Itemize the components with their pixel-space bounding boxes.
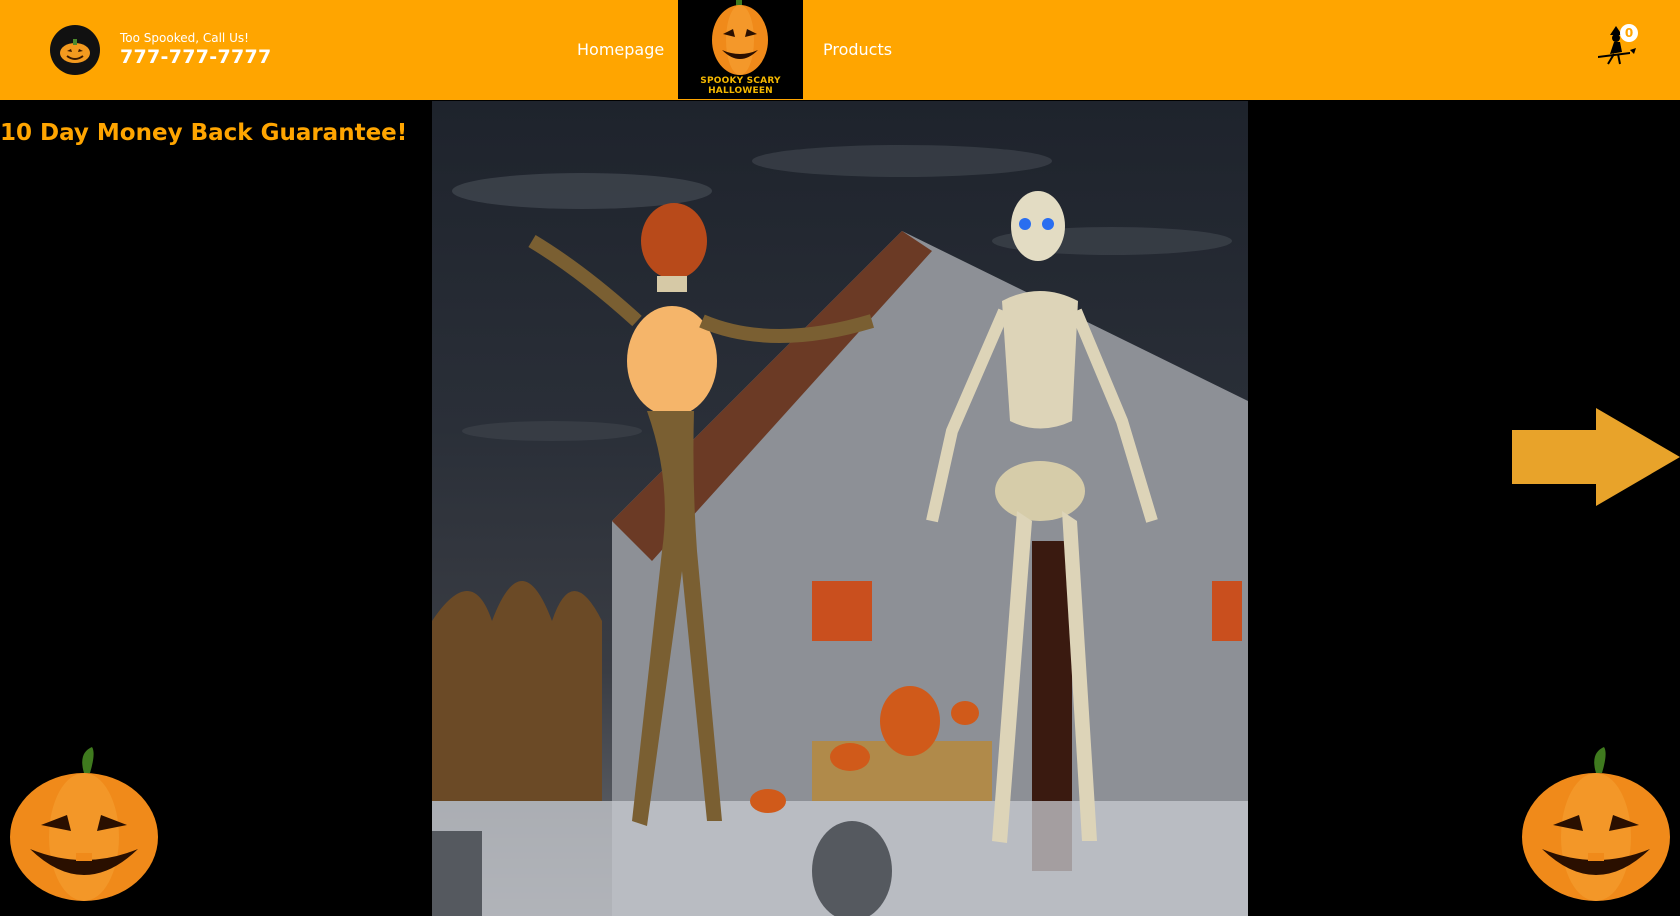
top-navbar: Too Spooked, Call Us! 777-777-7777 Homep… xyxy=(0,0,1680,100)
halloween-scene-image xyxy=(432,145,1248,916)
logo-text: SPOOKY SCARY HALLOWEEN xyxy=(700,76,781,96)
next-arrow-button[interactable] xyxy=(1512,408,1680,506)
guarantee-heading: 10 Day Money Back Guarantee! xyxy=(0,120,408,146)
phone-number[interactable]: 777-777-7777 xyxy=(120,45,272,69)
nav-homepage-link[interactable]: Homepage xyxy=(577,40,664,59)
pumpkin-icon xyxy=(10,747,158,901)
pumpkin-decoration-left xyxy=(6,745,162,905)
pumpkin-icon xyxy=(1522,747,1670,901)
nav-products-link[interactable]: Products xyxy=(823,40,892,59)
call-info: Too Spooked, Call Us! 777-777-7777 xyxy=(120,31,272,69)
site-logo[interactable]: SPOOKY SCARY HALLOWEEN xyxy=(678,0,803,99)
pumpkin-call-icon xyxy=(50,25,100,75)
pumpkin-decoration-right xyxy=(1518,745,1674,905)
hero-image xyxy=(432,101,1248,916)
next-arrow-icon xyxy=(1512,408,1680,506)
cart-count-badge: 0 xyxy=(1620,24,1638,42)
call-prompt: Too Spooked, Call Us! xyxy=(120,31,249,45)
